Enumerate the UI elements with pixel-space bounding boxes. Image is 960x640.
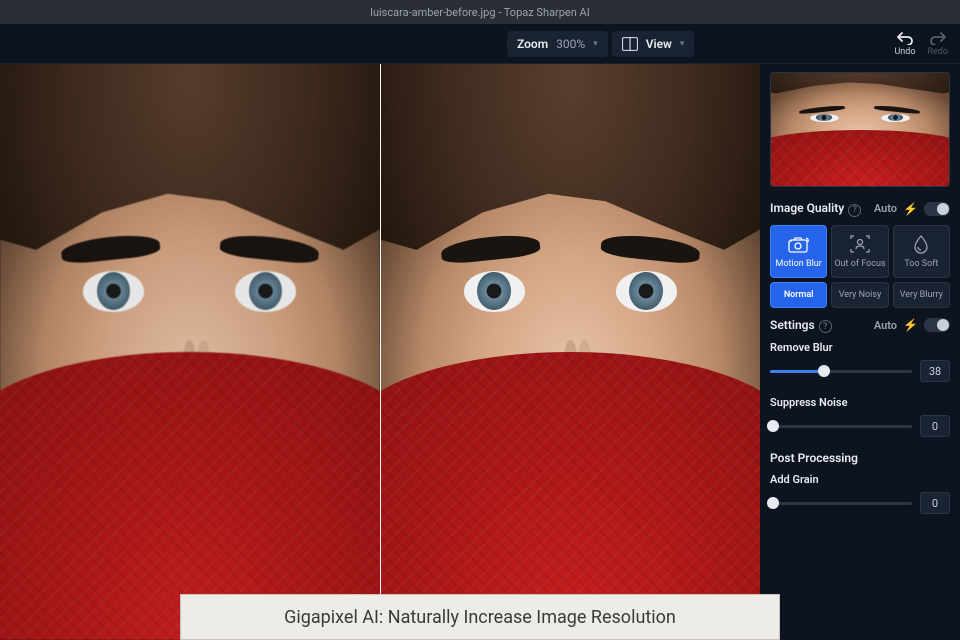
mode-label: Motion Blur	[776, 259, 822, 269]
section-title: Image Quality	[770, 201, 844, 215]
suppress-noise-slider: Suppress Noise 0	[770, 396, 950, 437]
settings-header: Settings? Auto ⚡	[770, 318, 950, 334]
add-grain-slider: Add Grain 0	[770, 473, 950, 514]
slider-thumb[interactable]	[767, 420, 779, 432]
post-processing-header: Post Processing	[770, 451, 950, 465]
slider-label: Remove Blur	[770, 341, 950, 354]
auto-label: Auto	[874, 202, 897, 215]
mode-too-soft[interactable]: Too Soft	[893, 225, 950, 278]
image-quality-header: Image Quality? Auto ⚡	[770, 201, 950, 217]
slider-track[interactable]	[770, 370, 912, 373]
bolt-icon: ⚡	[903, 202, 918, 216]
after-pane	[380, 64, 761, 640]
focus-person-icon	[849, 234, 871, 254]
window-titlebar: luiscara-amber-before.jpg - Topaz Sharpe…	[0, 0, 960, 24]
preview-thumbnail[interactable]	[770, 72, 950, 187]
chevron-down-icon: ▾	[593, 39, 598, 49]
remove-blur-slider: Remove Blur 38	[770, 341, 950, 382]
section-title: Post Processing	[770, 451, 858, 465]
redo-label: Redo	[927, 47, 948, 57]
slider-track[interactable]	[770, 502, 912, 505]
slider-label: Suppress Noise	[770, 396, 950, 409]
section-title: Settings	[770, 318, 815, 332]
before-pane	[0, 64, 380, 640]
camera-shake-icon	[787, 234, 811, 254]
side-panel: Image Quality? Auto ⚡ Motion Blur Out of…	[760, 64, 960, 640]
sub-normal[interactable]: Normal	[770, 282, 827, 308]
auto-toggle[interactable]	[924, 202, 950, 216]
auto-toggle[interactable]	[924, 318, 950, 332]
help-icon[interactable]: ?	[848, 204, 861, 217]
toolbar: Zoom 300% ▾ View ▾ Undo Redo	[0, 24, 960, 64]
auto-label: Auto	[874, 319, 897, 332]
caption-overlay: Gigapixel AI: Naturally Increase Image R…	[180, 594, 780, 640]
chevron-down-icon: ▾	[680, 39, 685, 49]
sub-very-noisy[interactable]: Very Noisy	[831, 282, 888, 308]
droplet-icon	[912, 234, 930, 254]
mode-label: Out of Focus	[834, 259, 885, 269]
redo-button[interactable]: Redo	[927, 31, 948, 57]
slider-value[interactable]: 38	[920, 360, 950, 382]
comparison-viewport[interactable]	[0, 64, 760, 640]
help-icon[interactable]: ?	[819, 320, 832, 333]
slider-track[interactable]	[770, 425, 912, 428]
slider-thumb[interactable]	[767, 497, 779, 509]
caption-text: Gigapixel AI: Naturally Increase Image R…	[284, 607, 676, 628]
slider-thumb[interactable]	[818, 365, 830, 377]
undo-label: Undo	[894, 47, 915, 57]
undo-button[interactable]: Undo	[894, 31, 915, 57]
zoom-value: 300%	[556, 37, 585, 51]
mode-label: Too Soft	[904, 259, 938, 269]
slider-label: Add Grain	[770, 473, 950, 486]
redo-icon	[929, 31, 947, 45]
bolt-icon: ⚡	[903, 318, 918, 332]
zoom-control[interactable]: Zoom 300% ▾	[507, 31, 608, 57]
mode-motion-blur[interactable]: Motion Blur	[770, 225, 827, 278]
window-title: luiscara-amber-before.jpg - Topaz Sharpe…	[370, 6, 589, 19]
mode-out-of-focus[interactable]: Out of Focus	[831, 225, 888, 278]
slider-value[interactable]: 0	[920, 492, 950, 514]
view-control[interactable]: View ▾	[612, 31, 695, 57]
zoom-label: Zoom	[517, 37, 548, 51]
undo-icon	[896, 31, 914, 45]
split-view-icon	[622, 37, 638, 51]
sub-very-blurry[interactable]: Very Blurry	[893, 282, 950, 308]
view-label: View	[646, 37, 672, 51]
slider-value[interactable]: 0	[920, 415, 950, 437]
